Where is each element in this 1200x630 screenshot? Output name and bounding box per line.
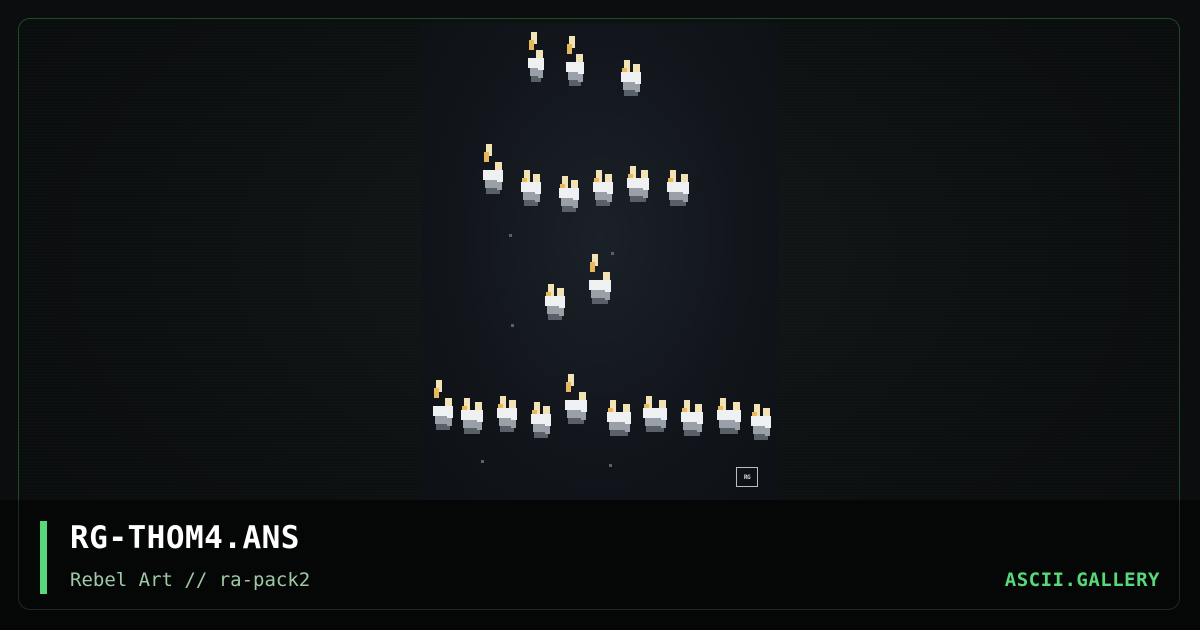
site-brand-link[interactable]: ASCII.GALLERY bbox=[1005, 569, 1160, 591]
artwork-title: RG-THOM4.ANS bbox=[70, 520, 300, 556]
accent-bar bbox=[40, 521, 47, 594]
ansi-artwork-preview[interactable]: RG bbox=[421, 24, 779, 500]
artwork-signature-badge: RG bbox=[736, 467, 758, 487]
ansi-art-canvas bbox=[433, 32, 771, 467]
artwork-subtitle: Rebel Art // ra-pack2 bbox=[70, 569, 311, 591]
og-card: RG RG-THOM4.ANS Rebel Art // ra-pack2 AS… bbox=[0, 0, 1200, 630]
